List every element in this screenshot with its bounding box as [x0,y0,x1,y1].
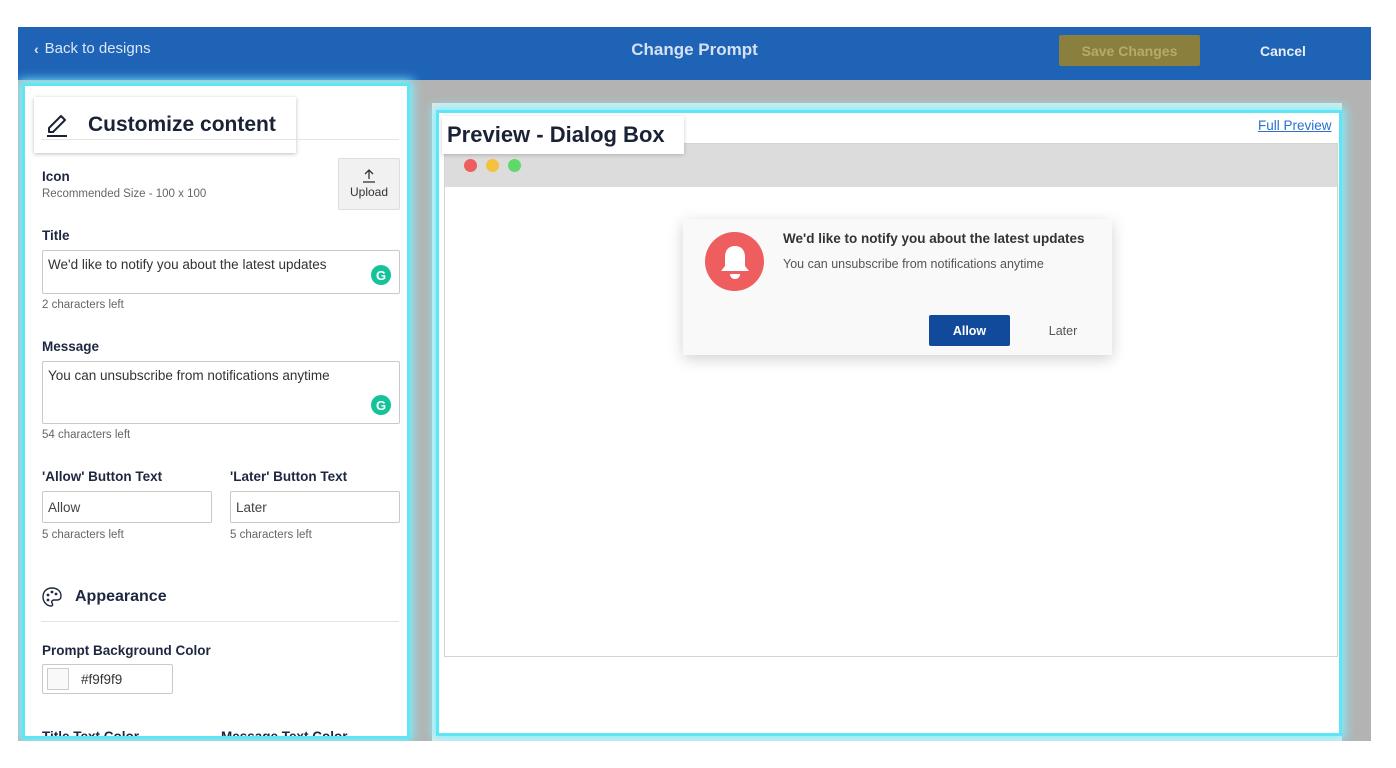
later-char-counter: 5 characters left [230,529,312,541]
pencil-icon [47,115,67,137]
upload-button[interactable]: Upload [338,158,400,210]
divider [41,621,399,622]
dialog-message: You can unsubscribe from notifications a… [783,257,1044,271]
full-preview-link[interactable]: Full Preview [1258,118,1332,133]
notification-dialog: We'd like to notify you about the latest… [683,219,1112,355]
dialog-allow-button[interactable]: Allow [929,315,1010,346]
message-textarea[interactable]: You can unsubscribe from notifications a… [42,361,400,424]
customize-content-title: Customize content [88,113,276,136]
palette-icon [42,587,62,607]
app-window: ‹ Back to designs Change Prompt Save Cha… [18,27,1371,741]
preview-panel: We'd like to notify you about the latest… [436,110,1342,736]
appearance-title: Appearance [75,588,167,605]
browser-mockup: We'd like to notify you about the latest… [444,143,1338,657]
title-text-color-label: Title Text Color [42,729,140,739]
icon-label: Icon [42,169,70,184]
bg-color-value: #f9f9f9 [81,671,123,687]
title-textarea[interactable]: We'd like to notify you about the latest… [42,250,400,294]
close-dot-icon [464,159,477,172]
grammarly-icon[interactable]: G [371,395,391,415]
save-changes-button[interactable]: Save Changes [1059,35,1200,66]
title-char-counter: 2 characters left [42,299,124,311]
grammarly-icon[interactable]: G [371,265,391,285]
bg-color-label: Prompt Background Color [42,643,211,658]
minimize-dot-icon [486,159,499,172]
message-text-color-label: Message Text Color [221,729,348,739]
customize-content-panel: Customize content Icon Recommended Size … [22,83,410,739]
bell-icon [705,232,764,291]
allow-char-counter: 5 characters left [42,529,124,541]
top-bar: ‹ Back to designs Change Prompt Save Cha… [18,27,1371,80]
cancel-button[interactable]: Cancel [1243,35,1323,66]
preview-title: Preview - Dialog Box [442,116,684,154]
allow-button-text-label: 'Allow' Button Text [42,469,163,484]
appearance-header: Appearance [41,586,167,608]
allow-button-text-input[interactable] [42,491,212,523]
customize-content-header: Customize content [34,97,296,153]
icon-size-hint: Recommended Size - 100 x 100 [42,188,207,200]
bg-color-swatch[interactable] [47,668,69,690]
bg-color-field[interactable]: #f9f9f9 [42,664,173,694]
message-char-counter: 54 characters left [42,429,131,441]
dialog-later-button[interactable]: Later [1023,315,1103,346]
maximize-dot-icon [508,159,521,172]
title-label: Title [42,228,70,243]
message-label: Message [42,339,100,354]
upload-label: Upload [349,185,389,199]
upload-icon [363,169,375,183]
divider [41,139,399,140]
later-button-text-input[interactable] [230,491,400,523]
later-button-text-label: 'Later' Button Text [230,469,348,484]
dialog-title: We'd like to notify you about the latest… [783,231,1085,246]
